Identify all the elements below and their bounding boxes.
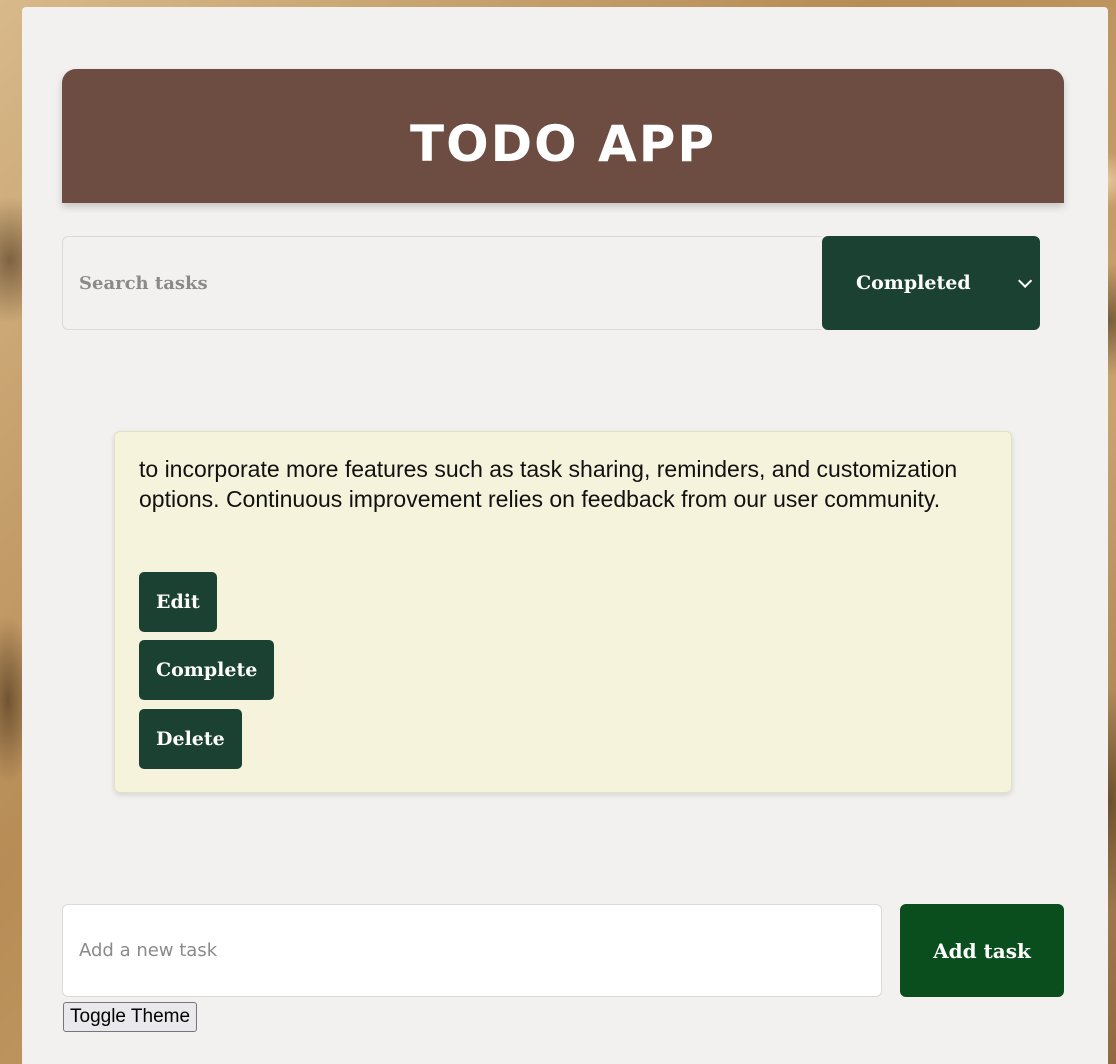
status-filter-select[interactable]: Completed	[822, 236, 1040, 330]
edit-button[interactable]: Edit	[139, 572, 217, 632]
search-row: Completed	[62, 236, 1040, 330]
task-text: to incorporate more features such as tas…	[139, 456, 958, 512]
filter-selected-label: Completed	[856, 272, 971, 294]
complete-button[interactable]: Complete	[139, 640, 275, 700]
search-input[interactable]	[62, 236, 822, 330]
toggle-theme-button[interactable]: Toggle Theme	[63, 1002, 198, 1032]
chevron-down-icon	[1018, 273, 1033, 288]
app-title: TODO APP	[409, 115, 716, 173]
delete-button[interactable]: Delete	[139, 709, 242, 769]
new-task-input[interactable]	[62, 904, 882, 997]
app-header: TODO APP	[62, 69, 1064, 203]
add-task-button[interactable]: Add task	[900, 904, 1064, 997]
task-card: to incorporate more features such as tas…	[114, 431, 1012, 793]
